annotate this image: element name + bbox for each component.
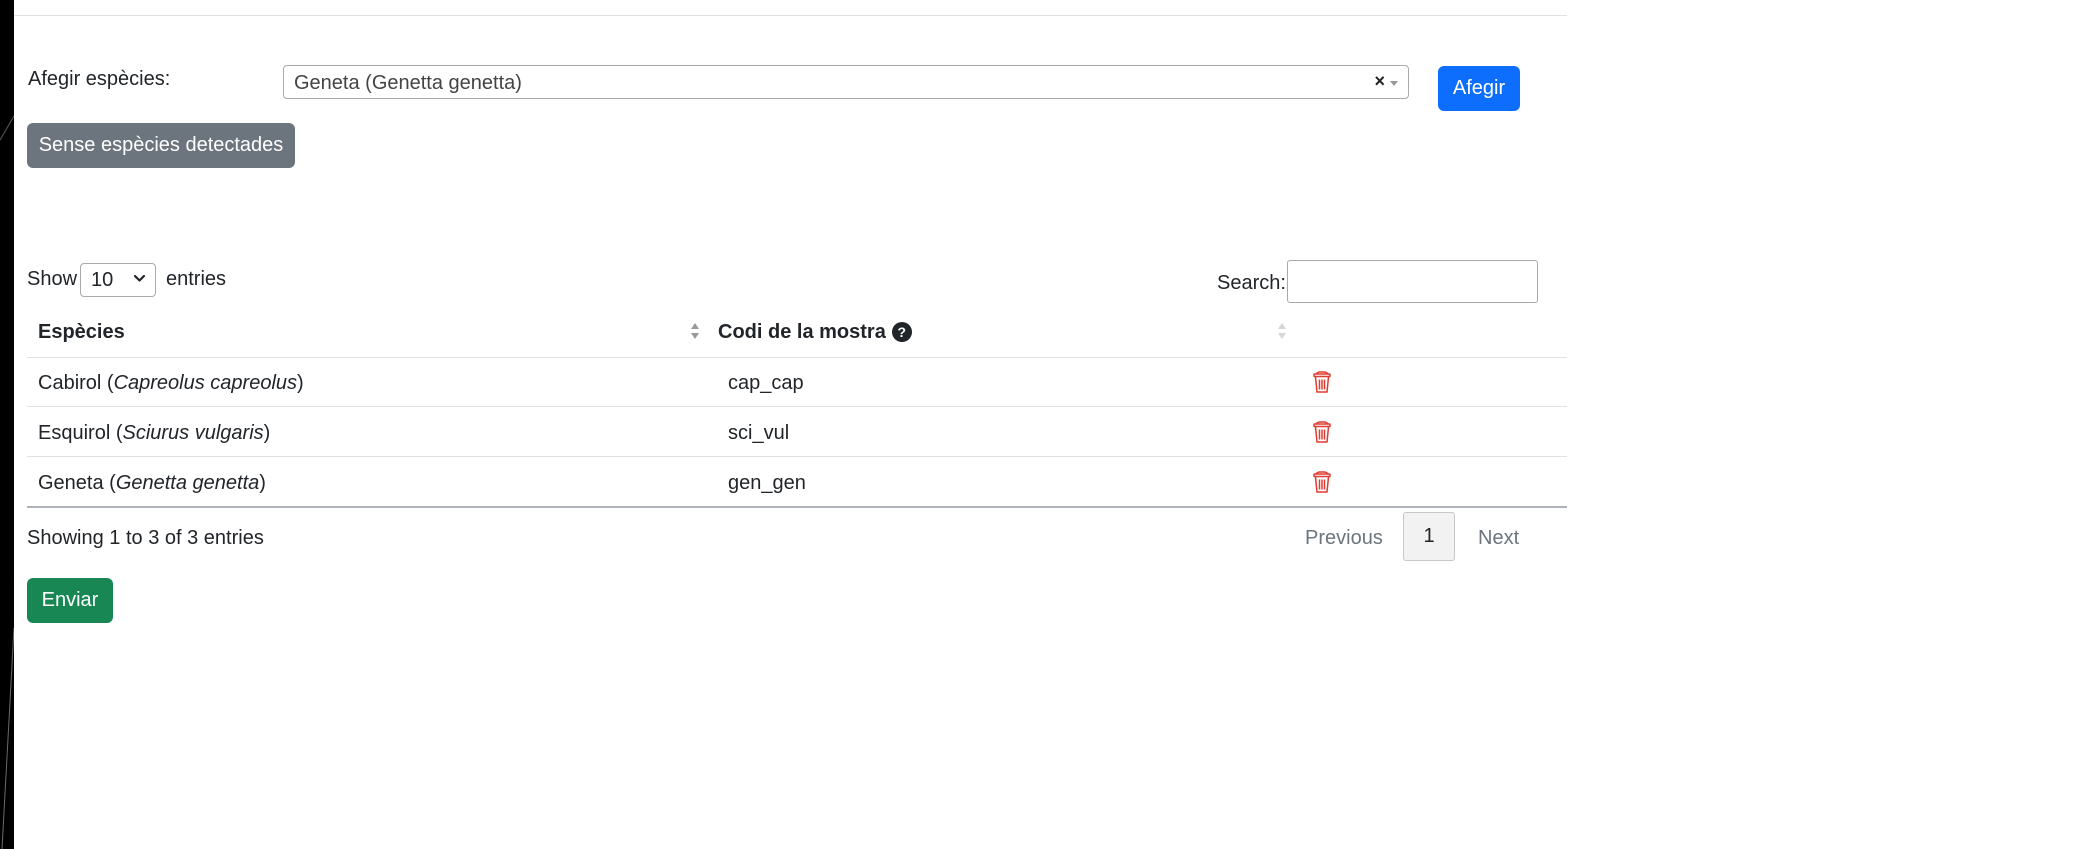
trash-icon[interactable] <box>1312 421 1332 443</box>
submit-button[interactable]: Enviar <box>27 578 113 623</box>
table-info: Showing 1 to 3 of 3 entries <box>27 527 264 549</box>
paren-open: ( <box>110 422 123 444</box>
content-panel <box>14 0 2089 849</box>
paren-close: ) <box>263 422 271 444</box>
page-length-select[interactable]: 10 <box>80 263 156 297</box>
help-icon[interactable]: ? <box>891 322 912 342</box>
clear-selection-icon[interactable]: × <box>1374 71 1385 92</box>
column-header-species[interactable]: Espècies <box>38 321 125 344</box>
show-label: Show <box>27 268 78 290</box>
sample-code-cell: cap_cap <box>728 372 804 394</box>
species-select[interactable]: Geneta (Genetta genetta) × <box>283 65 1409 99</box>
common-name: Esquirol <box>38 422 111 444</box>
add-species-label: Afegir espècies: <box>28 68 171 90</box>
chevron-down-icon <box>133 270 146 287</box>
table-bottom-divider <box>27 506 1567 508</box>
paren-open: ( <box>103 472 116 494</box>
species-cell: Geneta (Genetta genetta) <box>38 472 266 495</box>
search-label: Search: <box>1217 272 1286 294</box>
paren-close: ) <box>259 472 266 494</box>
species-select-value: Geneta (Genetta genetta) <box>294 72 522 94</box>
next-page-button[interactable]: Next <box>1478 527 1519 550</box>
scientific-name: Sciurus vulgaris <box>122 422 264 444</box>
page-1-button[interactable]: 1 <box>1403 512 1455 561</box>
no-species-detected-button[interactable]: Sense espècies detectades <box>27 123 295 168</box>
paren-open: ( <box>101 372 114 394</box>
sample-code-cell: sci_vul <box>728 422 790 444</box>
row-divider <box>27 406 1567 407</box>
search-input[interactable] <box>1287 260 1538 303</box>
previous-page-button[interactable]: Previous <box>1305 527 1383 550</box>
column-header-sample-code[interactable]: Codi de la mostra? <box>718 321 912 344</box>
page-length-value: 10 <box>91 269 114 291</box>
paren-close: ) <box>297 372 304 394</box>
dropdown-arrow-icon[interactable] <box>1390 81 1398 86</box>
scientific-name: Capreolus capreolus <box>113 372 298 394</box>
species-cell: Esquirol (Sciurus vulgaris) <box>38 422 270 445</box>
common-name: Cabirol <box>38 372 102 394</box>
top-divider <box>14 15 1567 16</box>
header-divider <box>27 357 1567 358</box>
sort-icon[interactable] <box>691 320 701 342</box>
trash-icon[interactable] <box>1312 471 1332 493</box>
add-species-button[interactable]: Afegir <box>1438 66 1520 111</box>
sort-icon[interactable] <box>1278 320 1288 342</box>
trash-icon[interactable] <box>1312 371 1332 393</box>
sample-code-cell: gen_gen <box>728 472 806 494</box>
entries-label: entries <box>166 268 227 290</box>
sample-code-label: Codi de la mostra <box>718 321 886 343</box>
common-name: Geneta <box>38 472 104 494</box>
species-cell: Cabirol (Capreolus capreolus) <box>38 372 304 395</box>
scientific-name: Genetta genetta <box>115 472 260 494</box>
row-divider <box>27 456 1567 457</box>
